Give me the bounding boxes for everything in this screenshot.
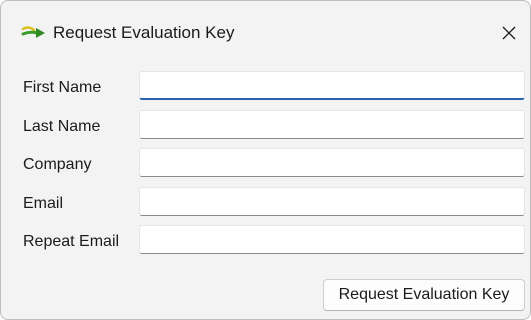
- repeat-email-label: Repeat Email: [23, 233, 120, 250]
- email-input[interactable]: [139, 187, 525, 216]
- dialog-window: Request Evaluation Key First Name Last N…: [0, 0, 531, 320]
- request-evaluation-key-button[interactable]: Request Evaluation Key: [323, 279, 525, 311]
- green-arrow-icon: [21, 26, 45, 38]
- last-name-row: Last Name: [1, 109, 530, 143]
- title-bar[interactable]: Request Evaluation Key: [1, 1, 530, 61]
- close-button[interactable]: [489, 16, 529, 50]
- window-title: Request Evaluation Key: [53, 23, 235, 42]
- last-name-input[interactable]: [139, 110, 525, 139]
- company-input[interactable]: [139, 148, 525, 177]
- company-label: Company: [23, 156, 92, 173]
- close-icon: [502, 26, 516, 40]
- last-name-label: Last Name: [23, 118, 101, 135]
- first-name-label: First Name: [23, 79, 102, 96]
- email-label: Email: [23, 195, 64, 212]
- repeat-email-input[interactable]: [139, 225, 525, 254]
- first-name-input[interactable]: [139, 71, 525, 100]
- company-row: Company: [1, 147, 530, 181]
- email-row: Email: [1, 186, 530, 220]
- first-name-row: First Name: [1, 70, 530, 104]
- repeat-email-row: Repeat Email: [1, 224, 530, 258]
